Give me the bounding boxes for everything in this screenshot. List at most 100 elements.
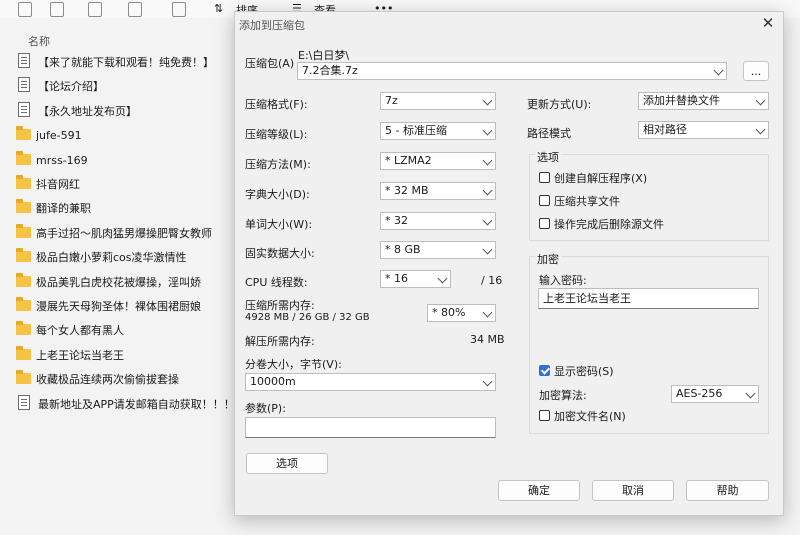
folder-icon <box>16 150 31 165</box>
cut-icon[interactable] <box>18 2 32 17</box>
folder-icon <box>16 297 31 311</box>
file-list-item[interactable]: 抖音网红 <box>16 174 80 196</box>
word-value: * 32 <box>385 214 408 227</box>
cancel-button[interactable]: 取消 <box>592 480 674 501</box>
file-list-item[interactable]: 高手过招～肌肉猛男爆操肥臀女教师 <box>16 223 212 245</box>
format-combo[interactable]: 7z <box>380 92 496 110</box>
mem-decomp-label: 解压所需内存: <box>245 335 315 348</box>
level-value: 5 - 标准压缩 <box>385 124 447 137</box>
chevron-down-icon <box>482 376 493 387</box>
options-group-title: 选项 <box>535 149 561 165</box>
document-icon <box>18 53 30 68</box>
column-header-name[interactable]: 名称 <box>28 33 50 49</box>
folder-icon <box>16 248 31 263</box>
file-list-item[interactable]: 极品白嫩小萝莉cos凌华激情性 <box>16 247 187 269</box>
sfx-checkbox[interactable] <box>539 172 550 183</box>
file-list-item[interactable]: 翻译的兼职 <box>16 198 91 220</box>
algo-combo[interactable]: AES-256 <box>671 385 759 403</box>
dict-label: 字典大小(D): <box>245 188 310 201</box>
delete-icon[interactable] <box>172 2 186 17</box>
chevron-down-icon <box>482 95 493 106</box>
split-combo[interactable]: 10000m <box>245 373 496 391</box>
word-label: 单词大小(W): <box>245 218 313 231</box>
paste-icon[interactable] <box>88 2 102 17</box>
file-list-item[interactable]: mrss-169 <box>16 150 88 172</box>
dict-combo[interactable]: * 32 MB <box>380 182 496 200</box>
document-icon <box>18 101 30 117</box>
word-combo[interactable]: * 32 <box>380 212 496 230</box>
dialog-title: 添加到压缩包 <box>239 19 305 32</box>
shared-checkbox[interactable] <box>539 195 550 206</box>
algo-value: AES-256 <box>676 387 723 400</box>
update-combo[interactable]: 添加并替换文件 <box>638 92 769 110</box>
chevron-down-icon <box>482 244 493 255</box>
folder-icon <box>16 321 31 336</box>
path-label: 路径模式 <box>527 127 571 140</box>
browse-button[interactable]: ... <box>743 61 769 81</box>
file-list-item[interactable]: 【论坛介绍】 <box>16 76 104 98</box>
chevron-down-icon <box>482 125 493 136</box>
mem-decomp-value: 34 MB <box>470 333 505 346</box>
encrypt-names-checkbox[interactable] <box>539 410 550 421</box>
file-list-item[interactable]: 上老王论坛当老王 <box>16 345 124 367</box>
file-list-item[interactable]: 【永久地址发布页】 <box>16 101 137 123</box>
folder-icon <box>16 199 31 214</box>
chevron-down-icon <box>437 273 448 284</box>
sort-icon[interactable]: ⇅ <box>214 2 223 15</box>
algo-label: 加密算法: <box>539 389 587 402</box>
update-value: 添加并替换文件 <box>643 94 720 107</box>
folder-icon <box>16 345 31 360</box>
params-input[interactable] <box>245 417 496 438</box>
chevron-down-icon <box>713 65 724 76</box>
options-button[interactable]: 选项 <box>246 453 328 474</box>
mem-pct-combo[interactable]: * 80% <box>427 304 496 322</box>
share-icon[interactable] <box>128 2 142 17</box>
delete-source-checkbox[interactable] <box>539 218 550 229</box>
archive-name-value: 7.2合集.7z <box>302 64 358 77</box>
path-combo[interactable]: 相对路径 <box>638 121 769 139</box>
archive-path: E:\白日梦\ <box>298 49 350 62</box>
split-label: 分卷大小，字节(V): <box>245 358 342 371</box>
cpu-value: * 16 <box>385 272 408 285</box>
file-name: 极品白嫩小萝莉cos凌华激情性 <box>36 251 187 265</box>
ok-button[interactable]: 确定 <box>498 480 580 501</box>
archive-label: 压缩包(A) <box>245 57 295 70</box>
help-button[interactable]: 帮助 <box>686 480 769 501</box>
solid-label: 固实数据大小: <box>245 247 315 260</box>
level-combo[interactable]: 5 - 标准压缩 <box>380 122 496 140</box>
file-name: jufe-591 <box>36 129 82 143</box>
level-label: 压缩等级(L): <box>245 128 308 141</box>
file-list-item[interactable]: jufe-591 <box>16 125 82 147</box>
encrypt-names-label: 加密文件名(N) <box>554 410 626 423</box>
file-list-item[interactable]: 漫展先天母狗圣体！裸体围裙厨娘 <box>16 296 201 318</box>
file-list-item[interactable]: 最新地址及APP请发邮箱自动获取！！！ <box>16 394 235 416</box>
chevron-down-icon <box>755 124 766 135</box>
delete-source-label: 操作完成后删除源文件 <box>554 218 664 231</box>
file-list-item[interactable]: 每个女人都有黑人 <box>16 320 124 342</box>
file-name: 最新地址及APP请发邮箱自动获取！！！ <box>38 397 235 411</box>
method-label: 压缩方法(M): <box>245 158 311 171</box>
file-name: 【来了就能下载和观看！纯免费！】 <box>38 56 214 69</box>
document-icon <box>18 394 30 410</box>
close-button[interactable]: ✕ <box>760 14 776 32</box>
chevron-down-icon <box>482 185 493 196</box>
show-password-checkbox[interactable] <box>539 365 550 376</box>
file-list-item[interactable]: 收藏极品连续两次偷偷拔套操 <box>16 369 179 391</box>
chevron-down-icon <box>482 155 493 166</box>
cpu-combo[interactable]: * 16 <box>380 270 451 288</box>
file-list-item[interactable]: 【来了就能下载和观看！纯免费！】 <box>16 52 214 74</box>
file-list-item[interactable]: 极品美乳白虎校花被爆操，淫叫娇 <box>16 272 201 294</box>
mem-pct-value: * 80% <box>432 306 466 319</box>
solid-combo[interactable]: * 8 GB <box>380 241 496 259</box>
split-value: 10000m <box>250 375 296 388</box>
folder-icon <box>16 370 31 385</box>
copy-icon[interactable] <box>50 2 64 17</box>
document-icon <box>18 77 30 93</box>
password-input[interactable]: 上老王论坛当老王 <box>538 288 759 309</box>
shared-label: 压缩共享文件 <box>554 195 620 208</box>
encrypt-group-title: 加密 <box>535 251 561 267</box>
archive-name-combo[interactable]: 7.2合集.7z <box>297 62 727 80</box>
params-label: 参数(P): <box>245 402 286 415</box>
method-combo[interactable]: * LZMA2 <box>380 152 496 170</box>
mem-comp-detail: 4928 MB / 26 GB / 32 GB <box>245 312 370 323</box>
